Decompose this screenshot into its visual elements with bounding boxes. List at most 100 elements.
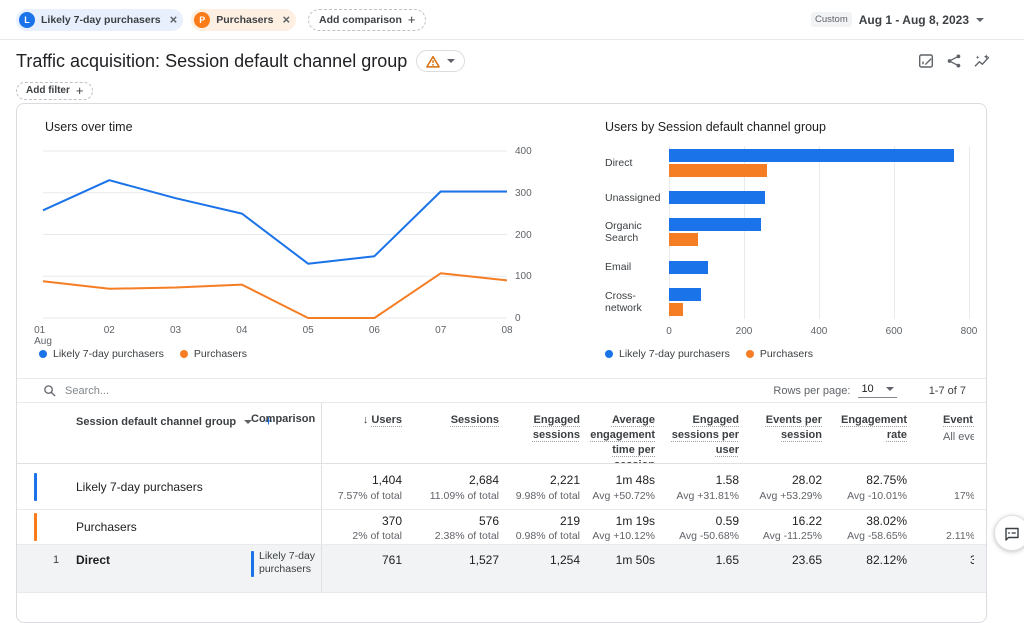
metric-header-label: Events per session — [766, 414, 822, 441]
table-row[interactable]: 1DirectLikely 7-day purchasers7611,5271,… — [17, 545, 986, 593]
dimension-column-header[interactable]: Session default channel group + — [76, 413, 273, 430]
dimension-header-label: Session default channel group — [76, 416, 236, 428]
metric-header-label: Users — [371, 414, 402, 426]
legend-label: Purchasers — [194, 348, 247, 360]
metric-cell: 2190.98% of total — [499, 510, 580, 543]
metric-cell: 761 — [322, 545, 402, 567]
legend-dot — [605, 350, 613, 358]
comparison-bar: L Likely 7-day purchasers × P Purchasers… — [0, 0, 1024, 40]
close-icon[interactable]: × — [170, 13, 178, 26]
row-index: 1 — [53, 554, 59, 566]
report-header: Traffic acquisition: Session default cha… — [0, 48, 1024, 74]
rows-per-page-label: Rows per page: — [773, 385, 850, 397]
x-axis-tick: 02 — [104, 325, 115, 336]
metric-cell: 3702% of total — [322, 510, 402, 543]
users-by-channel-chart: DirectUnassignedOrganic SearchEmailCross… — [605, 146, 969, 319]
search-input[interactable]: Search... — [43, 384, 773, 397]
x-axis-tick: 200 — [736, 326, 753, 337]
search-placeholder: Search... — [65, 385, 109, 397]
metric-subvalue: 9.98% of total — [499, 490, 580, 503]
metric-header-label: Sessions — [451, 414, 499, 426]
metric-cell: 2.11% — [907, 510, 974, 543]
metric-value: 1m 48s — [580, 473, 655, 487]
customize-report-icon[interactable] — [917, 52, 935, 70]
legend-dot — [39, 350, 47, 358]
page-title: Traffic acquisition: Session default cha… — [16, 51, 407, 72]
share-icon[interactable] — [945, 52, 963, 70]
metric-column-header[interactable]: Average engagement time per session — [580, 403, 655, 463]
close-icon[interactable]: × — [282, 13, 290, 26]
x-axis-tick: 07 — [435, 325, 446, 336]
x-axis-tick: 0 — [666, 326, 672, 337]
legend-item: Purchasers — [746, 348, 813, 360]
comparison-chip-likely-7-day-purchasers[interactable]: L Likely 7-day purchasers × — [16, 9, 183, 31]
metric-subvalue: 7.57% of total — [322, 490, 402, 503]
comparison-column-header: Comparison — [251, 413, 315, 425]
insights-icon[interactable] — [973, 52, 991, 70]
metric-subvalue: Avg +10.12% — [580, 530, 655, 543]
metric-column-header[interactable]: Events per session — [739, 403, 822, 463]
bar — [669, 149, 954, 162]
metric-headers: ↓Users SessionsEngaged sessionsAverage en… — [321, 403, 974, 463]
legend-label: Likely 7-day purchasers — [619, 348, 730, 360]
metric-value: 23.65 — [739, 553, 822, 567]
metric-value: 28.02 — [739, 473, 822, 487]
metric-cell: 2,2219.98% of total — [499, 465, 580, 503]
date-range-picker[interactable]: Custom Aug 1 - Aug 8, 2023 — [811, 12, 984, 27]
legend-item: Likely 7-day purchasers — [39, 348, 164, 360]
add-comparison-button[interactable]: Add comparison + — [308, 9, 426, 31]
bar — [669, 233, 698, 246]
bar-group: Email — [605, 250, 969, 285]
metric-column-header[interactable]: ↓Users — [322, 403, 402, 463]
gridline — [969, 146, 970, 319]
bar — [669, 303, 683, 316]
metric-subvalue: 11.09% of total — [402, 490, 499, 503]
rows-per-page-select[interactable]: 10 — [858, 383, 896, 398]
comparison-color-bar — [34, 473, 37, 501]
search-icon — [43, 384, 56, 397]
metric-subvalue: 17% — [907, 490, 974, 503]
metric-cell: 5762.38% of total — [402, 510, 499, 543]
comparison-avatar: P — [194, 12, 210, 28]
metric-value: 1m 19s — [580, 514, 655, 528]
metric-column-header[interactable]: Engaged sessions — [499, 403, 580, 463]
metric-cell: 38.02%Avg -58.65% — [822, 510, 907, 543]
data-quality-indicator[interactable] — [416, 50, 465, 72]
metric-value — [907, 473, 974, 487]
metric-value: 219 — [499, 514, 580, 528]
metric-value: 16.22 — [739, 514, 822, 528]
add-filter-button[interactable]: Add filter + — [16, 82, 93, 100]
date-range-type-badge: Custom — [811, 12, 852, 27]
comparison-chip-purchasers[interactable]: P Purchasers × — [191, 9, 296, 31]
metric-subvalue: Avg -11.25% — [739, 530, 822, 543]
metric-subvalue: Avg +50.72% — [580, 490, 655, 503]
y-axis-tick: 100 — [515, 271, 549, 282]
legend-label: Likely 7-day purchasers — [53, 348, 164, 360]
dimension-value: Direct — [76, 553, 110, 567]
filter-bar: Add filter + — [0, 80, 1024, 100]
metric-cell: 82.12% — [822, 545, 907, 567]
comparison-chip-label: Likely 7-day purchasers — [41, 14, 161, 26]
summary-row-label: Likely 7-day purchasers — [76, 480, 203, 494]
bar-category-label: Unassigned — [605, 192, 669, 204]
metric-subvalue: Avg -50.68% — [655, 530, 739, 543]
metric-column-header[interactable]: Engagement rate — [822, 403, 907, 463]
chevron-down-icon — [886, 387, 894, 391]
metric-value: 1,404 — [322, 473, 402, 487]
comparison-avatar: L — [19, 12, 35, 28]
bar-group: Cross-network — [605, 284, 969, 319]
x-axis-tick: 400 — [811, 326, 828, 337]
metric-cell: 1m 50s — [580, 545, 655, 567]
metric-column-header[interactable]: Event countAll events — [907, 403, 974, 463]
metric-column-header[interactable]: Engaged sessions per user — [655, 403, 739, 463]
bar-chart-legend: Likely 7-day purchasers Purchasers — [605, 348, 813, 360]
metric-cell: 16.22 Avg -11.25% — [739, 510, 822, 543]
feedback-button[interactable] — [994, 515, 1024, 551]
metric-cell: 1m 19s Avg +10.12% — [580, 510, 655, 543]
report-actions — [917, 52, 991, 70]
metric-cell: 0.59Avg -50.68% — [655, 510, 739, 543]
metric-cell: 1.58Avg +31.81% — [655, 465, 739, 503]
metric-value: 370 — [322, 514, 402, 528]
metric-column-header[interactable]: Sessions — [402, 403, 499, 463]
sort-descending-icon: ↓ — [363, 414, 369, 426]
